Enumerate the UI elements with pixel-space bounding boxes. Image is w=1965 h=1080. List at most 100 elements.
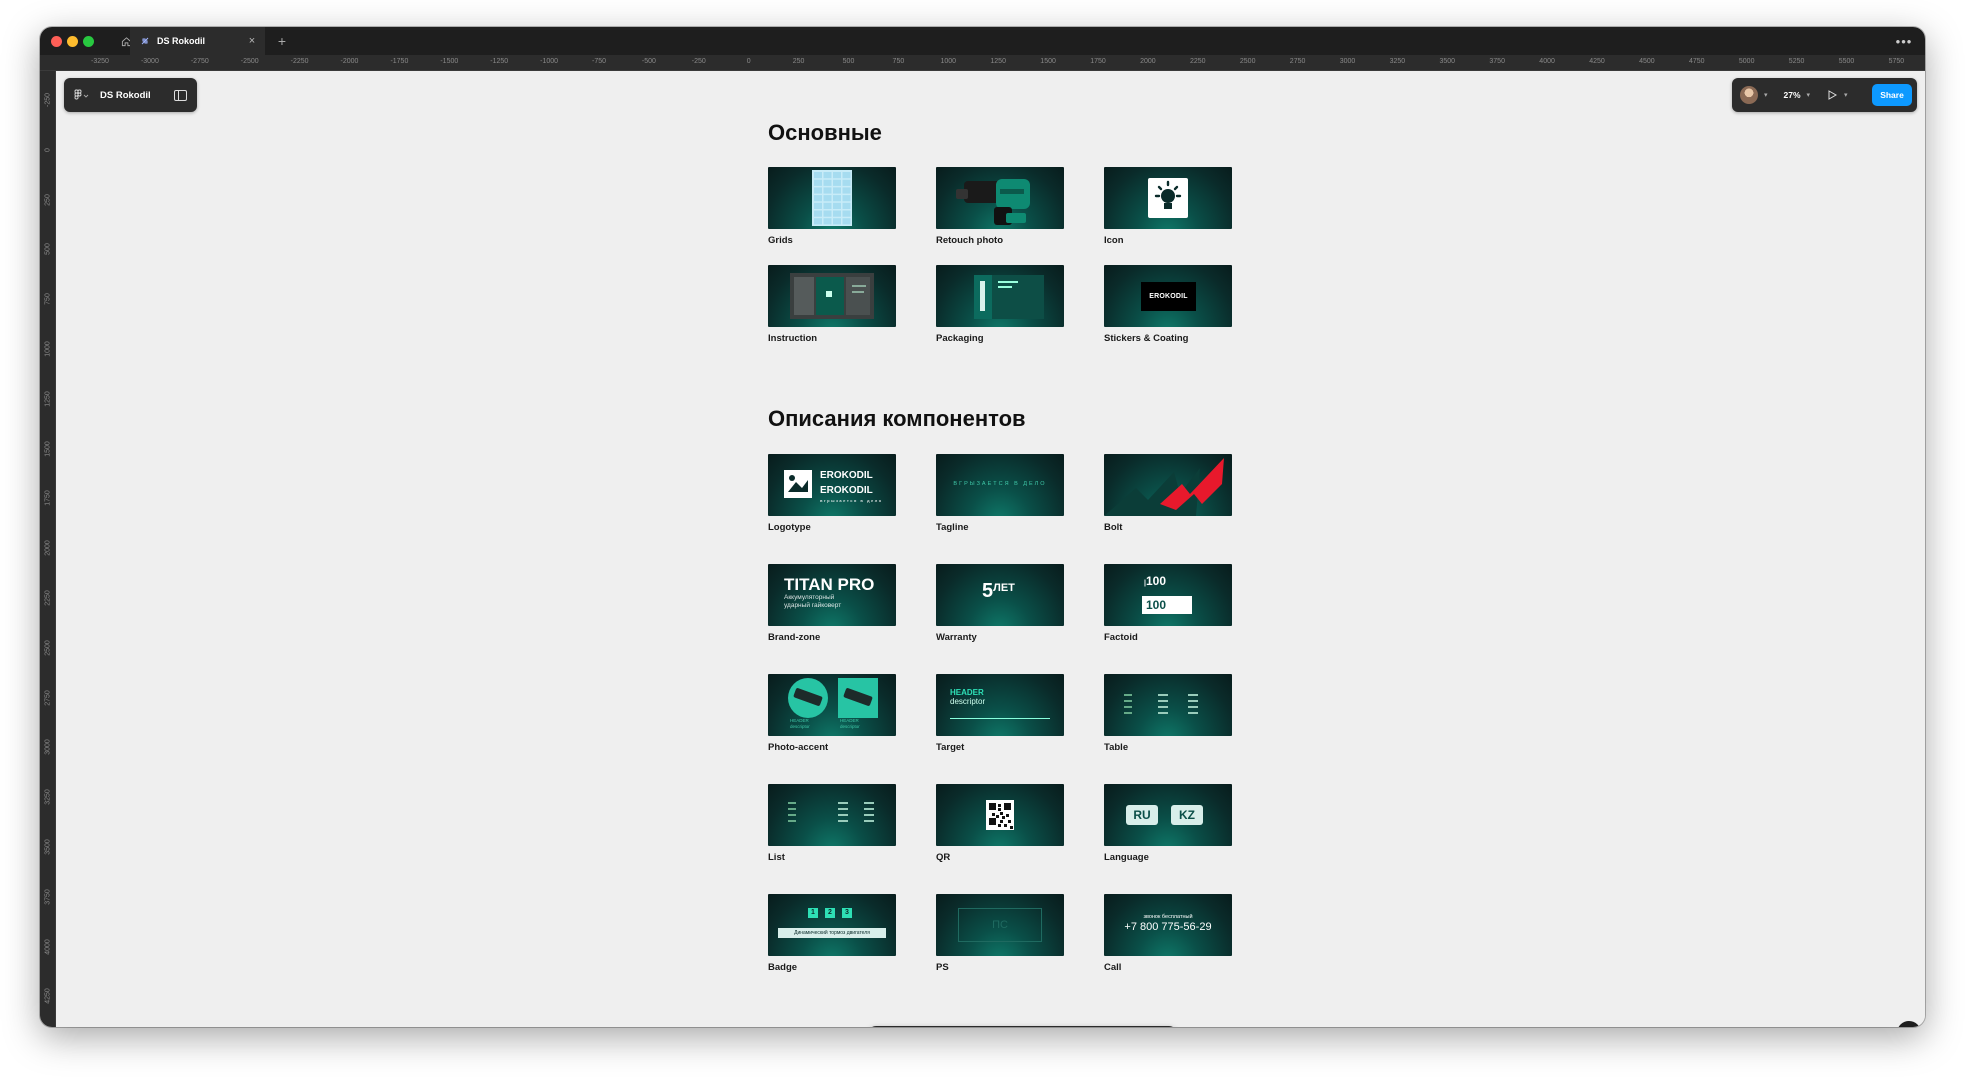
- card-thumbnail[interactable]: звонок бесплатный +7 800 775-56-29: [1104, 894, 1232, 956]
- section-title[interactable]: Основные: [768, 120, 882, 146]
- card-thumbnail[interactable]: HEADER descriptor HEADER descriptor: [768, 674, 896, 736]
- ruler-tick-label: 4500: [1639, 58, 1655, 65]
- card-thumbnail[interactable]: [936, 167, 1064, 229]
- help-button[interactable]: ?: [1897, 1021, 1921, 1027]
- card-label[interactable]: Packaging: [936, 333, 1064, 344]
- card-label[interactable]: Warranty: [936, 632, 1064, 643]
- ruler-tick-label: 1750: [44, 490, 52, 507]
- component-card[interactable]: Table: [1104, 674, 1232, 753]
- thumb-text: ЛЕТ: [993, 582, 1015, 594]
- card-label[interactable]: Retouch photo: [936, 235, 1064, 246]
- card-thumbnail[interactable]: HEADER descriptor: [936, 674, 1064, 736]
- card-thumbnail[interactable]: [768, 265, 896, 327]
- card-thumbnail[interactable]: [1104, 454, 1232, 516]
- thumb-text: 100: [1146, 598, 1167, 612]
- chevron-down-icon[interactable]: ▾: [1807, 91, 1811, 99]
- component-card[interactable]: Retouch photo: [936, 167, 1064, 246]
- share-button[interactable]: Share: [1872, 84, 1912, 106]
- card-label[interactable]: Table: [1104, 742, 1232, 753]
- file-name[interactable]: DS Rokodil: [100, 90, 164, 101]
- card-label[interactable]: Bolt: [1104, 522, 1232, 533]
- card-thumbnail[interactable]: [936, 784, 1064, 846]
- card-label[interactable]: Language: [1104, 852, 1232, 863]
- card-label[interactable]: Target: [936, 742, 1064, 753]
- component-card[interactable]: HEADER descriptor HEADER descriptor Photo-…: [768, 674, 896, 753]
- ruler-tick-label: -250: [691, 58, 706, 65]
- card-thumbnail[interactable]: [768, 167, 896, 229]
- card-label[interactable]: QR: [936, 852, 1064, 863]
- component-card[interactable]: Grids: [768, 167, 896, 246]
- minimize-window-button[interactable]: [67, 36, 78, 47]
- ruler-tick-label: -3250: [91, 58, 109, 65]
- ruler-tick-label: 1250: [990, 58, 1006, 65]
- card-thumbnail[interactable]: [1104, 167, 1232, 229]
- card-thumbnail[interactable]: вгрызается в дело: [936, 454, 1064, 516]
- ruler-tick-label: 3000: [44, 739, 52, 756]
- card-thumbnail[interactable]: ПС: [936, 894, 1064, 956]
- card-thumbnail[interactable]: EROKODIL EROKODIL вгрызается в дело: [768, 454, 896, 516]
- component-card[interactable]: 5 ЛЕТ Warranty: [936, 564, 1064, 643]
- card-thumbnail[interactable]: RU KZ: [1104, 784, 1232, 846]
- card-label[interactable]: List: [768, 852, 896, 863]
- present-play-icon[interactable]: [1826, 89, 1838, 101]
- card-label[interactable]: Call: [1104, 962, 1232, 973]
- sidebar-toggle-icon[interactable]: [174, 89, 187, 101]
- avatar[interactable]: [1740, 86, 1758, 104]
- card-thumbnail[interactable]: 1 2 3 Динамический тормоз двигателя: [768, 894, 896, 956]
- card-thumbnail[interactable]: |100 100: [1104, 564, 1232, 626]
- component-card[interactable]: E ROKODIL Stickers & Coating: [1104, 265, 1232, 344]
- component-card[interactable]: Packaging: [936, 265, 1064, 344]
- card-thumbnail[interactable]: [768, 784, 896, 846]
- card-label[interactable]: Photo-accent: [768, 742, 896, 753]
- component-card[interactable]: HEADER descriptor Target: [936, 674, 1064, 753]
- component-card[interactable]: вгрызается в дело Tagline: [936, 454, 1064, 533]
- close-window-button[interactable]: [51, 36, 62, 47]
- component-card[interactable]: TITAN PRO Аккумуляторный ударный гайкове…: [768, 564, 896, 643]
- card-thumbnail[interactable]: [936, 265, 1064, 327]
- ruler-tick-label: 500: [44, 243, 52, 256]
- component-card[interactable]: Icon: [1104, 167, 1232, 246]
- tab-close-icon[interactable]: ×: [245, 35, 259, 47]
- card-label[interactable]: Badge: [768, 962, 896, 973]
- file-tab[interactable]: DS Rokodil ×: [130, 27, 265, 55]
- card-label[interactable]: Logotype: [768, 522, 896, 533]
- component-card[interactable]: EROKODIL EROKODIL вгрызается в дело Logot…: [768, 454, 896, 533]
- card-label[interactable]: Grids: [768, 235, 896, 246]
- card-label[interactable]: PS: [936, 962, 1064, 973]
- new-tab-button[interactable]: +: [272, 27, 292, 55]
- component-card[interactable]: Instruction: [768, 265, 896, 344]
- section-title[interactable]: Описания компонентов: [768, 406, 1026, 432]
- card-label[interactable]: Icon: [1104, 235, 1232, 246]
- chevron-down-icon[interactable]: ▾: [1764, 91, 1768, 99]
- more-icon[interactable]: •••: [1891, 27, 1917, 55]
- ruler-tick-label: 3500: [44, 839, 52, 855]
- card-label[interactable]: Factoid: [1104, 632, 1232, 643]
- card-thumbnail[interactable]: E ROKODIL: [1104, 265, 1232, 327]
- ruler-tick-label: 0: [746, 58, 751, 65]
- ruler-tick-label: -1000: [540, 58, 559, 65]
- canvas[interactable]: DS Rokodil ▾ 27% ▾ ▾ Share Основные Grid…: [56, 71, 1925, 1027]
- component-card[interactable]: ПС PS: [936, 894, 1064, 973]
- component-card[interactable]: звонок бесплатный +7 800 775-56-29 Call: [1104, 894, 1232, 973]
- card-thumbnail[interactable]: 5 ЛЕТ: [936, 564, 1064, 626]
- card-label[interactable]: Tagline: [936, 522, 1064, 533]
- component-card[interactable]: RU KZ Language: [1104, 784, 1232, 863]
- component-card[interactable]: |100 100 Factoid: [1104, 564, 1232, 643]
- thumb-text: вгрызается в дело: [820, 498, 883, 503]
- card-label[interactable]: Instruction: [768, 333, 896, 344]
- component-card[interactable]: 1 2 3 Динамический тормоз двигателя Badg…: [768, 894, 896, 973]
- zoom-level[interactable]: 27%: [1784, 90, 1801, 100]
- component-card[interactable]: Bolt: [1104, 454, 1232, 533]
- chevron-down-icon[interactable]: ▾: [1844, 91, 1848, 99]
- figma-logo-icon[interactable]: [74, 89, 90, 101]
- ruler-tick-label: 2250: [44, 590, 52, 606]
- card-thumbnail[interactable]: TITAN PRO Аккумуляторный ударный гайкове…: [768, 564, 896, 626]
- card-label[interactable]: Stickers & Coating: [1104, 333, 1232, 344]
- component-card[interactable]: List: [768, 784, 896, 863]
- ruler-tick-label: 3750: [1489, 58, 1505, 65]
- card-label[interactable]: Brand-zone: [768, 632, 896, 643]
- ruler-tick-label: 2000: [44, 540, 52, 556]
- maximize-window-button[interactable]: [83, 36, 94, 47]
- card-thumbnail[interactable]: [1104, 674, 1232, 736]
- component-card[interactable]: QR: [936, 784, 1064, 863]
